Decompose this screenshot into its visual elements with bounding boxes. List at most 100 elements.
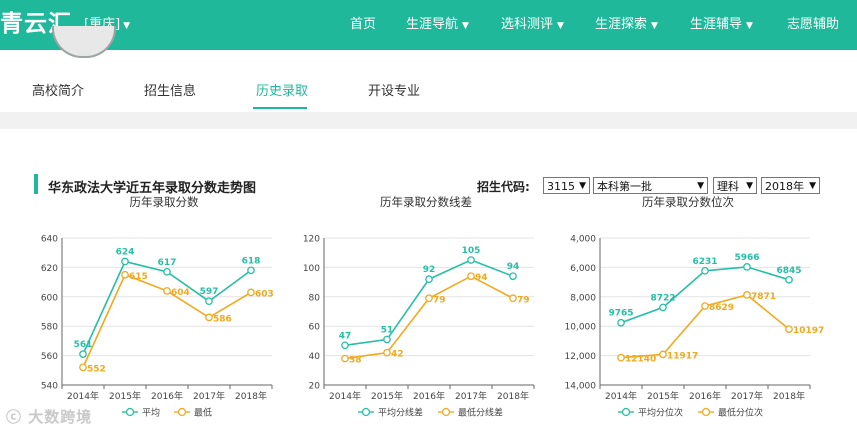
- nav-career-guide[interactable]: 生涯导航 ▼: [406, 16, 469, 35]
- legend-marker: [177, 407, 187, 417]
- y-tick-label: 4,000: [570, 235, 596, 245]
- data-label: 94: [475, 273, 488, 283]
- data-point: [659, 350, 667, 359]
- tab-history-admission[interactable]: 历史录取: [256, 83, 308, 101]
- data-point: [205, 297, 213, 306]
- data-point: [79, 350, 87, 358]
- tab-admission-info[interactable]: 招生信息: [144, 83, 196, 101]
- x-tick-label: 2015年: [647, 390, 679, 402]
- data-point: [121, 270, 129, 279]
- chevron-down-icon: ▼: [557, 21, 564, 31]
- data-point: [205, 313, 213, 322]
- x-tick-label: 2016年: [413, 390, 445, 402]
- data-label: 7871: [751, 292, 776, 302]
- data-label: 603: [255, 289, 274, 299]
- data-point: [341, 341, 349, 350]
- chevron-down-icon: ▼: [462, 21, 469, 31]
- nav-home[interactable]: 首页: [350, 16, 376, 34]
- y-tick-label: 620: [41, 264, 58, 274]
- data-point: [341, 354, 349, 363]
- data-label: 597: [200, 287, 219, 297]
- nav-subject-test-label: 选科测评: [501, 17, 554, 32]
- data-point: [425, 275, 433, 284]
- data-label: 6845: [776, 266, 801, 276]
- legend-label: 最低分线差: [458, 407, 503, 419]
- x-tick-label: 2018年: [773, 390, 805, 402]
- data-point: [701, 302, 709, 310]
- data-point: [467, 256, 475, 264]
- school-tabs: 高校简介 招生信息 历史录取 开设专业: [0, 26, 857, 112]
- nav-subject-test[interactable]: 选科测评 ▼: [501, 16, 564, 35]
- data-point: [509, 272, 517, 281]
- y-tick-label: 60: [309, 323, 321, 333]
- data-label: 38: [349, 356, 362, 366]
- nav-career-coaching[interactable]: 生涯辅导 ▼: [690, 16, 753, 35]
- chart-title: 历年录取分数: [130, 195, 199, 209]
- data-point: [163, 287, 171, 295]
- data-point: [743, 263, 751, 271]
- data-point: [785, 275, 793, 284]
- data-point: [247, 288, 255, 297]
- y-tick-label: 80: [309, 293, 321, 303]
- data-point: [743, 291, 751, 299]
- x-tick-label: 2014年: [67, 390, 99, 402]
- data-label: 105: [462, 246, 481, 256]
- data-label: 6231: [692, 257, 717, 267]
- data-point: [79, 363, 87, 372]
- data-label: 586: [213, 314, 232, 324]
- data-label: 9765: [608, 309, 633, 319]
- data-label: 79: [433, 295, 446, 305]
- charts-area: 历年录取分数 540 560 580 600 620 640 2014年 2015年 2016年 2…: [41, 195, 825, 419]
- data-label: 92: [423, 265, 436, 275]
- legend-label: 平均分位次: [638, 407, 683, 419]
- data-label: 624: [116, 248, 135, 258]
- nav-application-help[interactable]: 志愿辅助: [787, 16, 839, 34]
- y-tick-label: 120: [303, 235, 320, 245]
- y-tick-label: 10,000: [565, 323, 597, 333]
- data-label: 552: [87, 364, 106, 374]
- series-line: [344, 275, 514, 360]
- y-tick-label: 20: [309, 382, 321, 392]
- data-label: 5966: [734, 253, 759, 263]
- data-label: 617: [158, 258, 177, 268]
- data-point: [467, 272, 475, 281]
- tab-school-intro[interactable]: 高校简介: [32, 83, 84, 101]
- school-avatar: [52, 26, 116, 58]
- data-point: [425, 294, 433, 303]
- y-tick-label: 6,000: [570, 264, 596, 274]
- chart-title: 历年录取分数位次: [642, 195, 734, 209]
- data-label: 47: [339, 331, 352, 341]
- active-tab-indicator: [253, 107, 307, 109]
- data-label: 11917: [667, 351, 698, 361]
- y-tick-label: 540: [41, 382, 58, 392]
- tab-majors[interactable]: 开设专业: [368, 83, 420, 101]
- y-tick-label: 40: [309, 352, 321, 362]
- data-point: [785, 325, 793, 333]
- legend-label: 最低分位次: [718, 407, 763, 419]
- nav-career-explore[interactable]: 生涯探索 ▼: [595, 16, 658, 35]
- data-label: 51: [381, 325, 394, 335]
- nav-career-explore-label: 生涯探索: [595, 17, 648, 32]
- legend-marker: [361, 407, 371, 417]
- y-tick-label: 8,000: [570, 293, 596, 303]
- data-point: [659, 303, 667, 312]
- data-point: [121, 257, 129, 266]
- data-label: 8629: [709, 303, 734, 313]
- legend-label: 最低: [194, 407, 212, 419]
- data-point: [701, 266, 709, 275]
- y-tick-label: 580: [41, 323, 58, 333]
- x-tick-label: 2016年: [689, 390, 721, 402]
- data-label: 42: [391, 350, 404, 360]
- nav-career-guide-label: 生涯导航: [406, 17, 459, 32]
- x-tick-label: 2017年: [731, 390, 763, 402]
- x-tick-label: 2014年: [605, 390, 637, 402]
- data-label: 94: [507, 262, 520, 272]
- data-label: 10197: [793, 326, 824, 336]
- legend-marker: [441, 407, 451, 417]
- section-divider: [0, 112, 857, 129]
- chart-title: 历年录取分数线差: [380, 195, 472, 209]
- x-tick-label: 2018年: [235, 390, 267, 402]
- data-label: 12140: [625, 355, 656, 365]
- y-tick-label: 14,000: [565, 382, 597, 392]
- data-label: 615: [129, 272, 148, 282]
